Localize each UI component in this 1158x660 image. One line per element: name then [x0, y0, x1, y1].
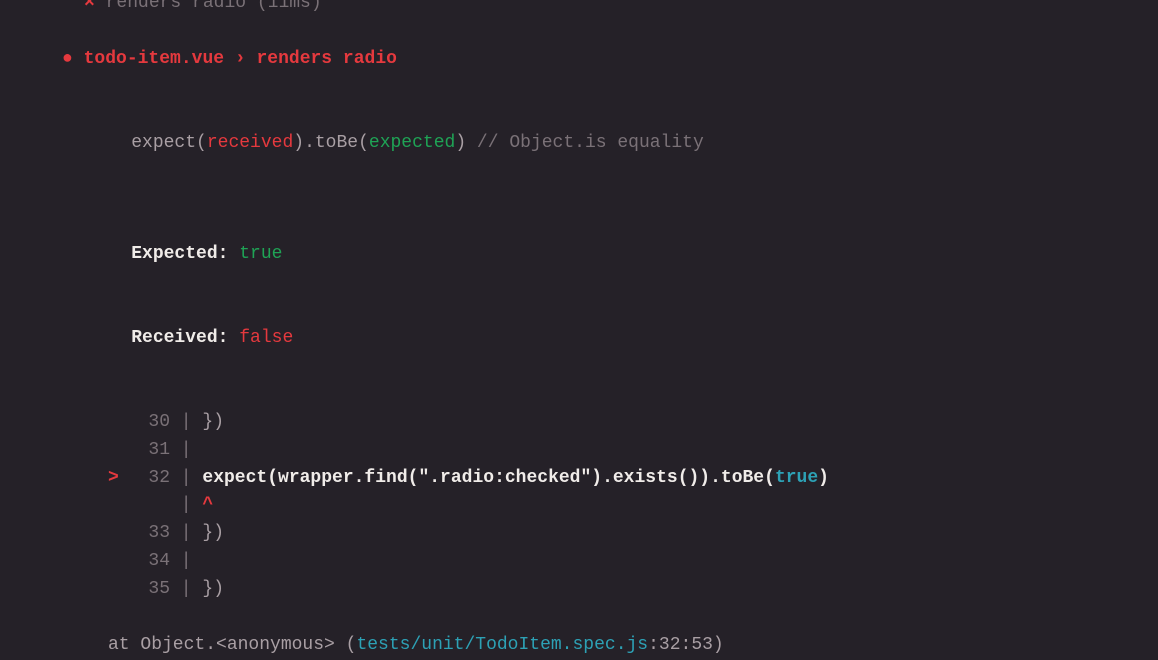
test-name: renders radio: [257, 49, 397, 69]
received-label: received: [207, 133, 293, 153]
stack-trace-line: at Object.<anonymous> (tests/unit/TodoIt…: [0, 632, 1158, 660]
test-file: todo-item.vue: [84, 49, 224, 69]
previous-fail-line: × renders radio (11ms): [0, 0, 1158, 18]
code-line-32: >32 | expect(wrapper.find(".radio:checke…: [0, 465, 1158, 493]
separator: ›: [235, 49, 246, 69]
assertion-line: expect(received).toBe(expected) // Objec…: [0, 102, 1158, 186]
error-marker: >: [108, 465, 128, 493]
test-header: ● todo-item.vue › renders radio: [0, 46, 1158, 74]
expected-value: true: [239, 244, 282, 264]
fail-marker: ×: [84, 0, 95, 13]
code-line-35: 35 | }): [0, 576, 1158, 604]
received-line: Received: false: [0, 297, 1158, 381]
received-value: false: [239, 328, 293, 348]
code-line-30: 30 | }): [0, 409, 1158, 437]
expected-line: Expected: true: [0, 213, 1158, 297]
bullet-icon: ●: [62, 49, 73, 69]
caret-indicator: ^: [202, 495, 213, 515]
previous-fail-text: renders radio (11ms): [106, 0, 322, 13]
code-line-33: 33 | }): [0, 520, 1158, 548]
stack-location: :32:53): [648, 635, 724, 655]
test-output: × renders radio (11ms) ● todo-item.vue ›…: [0, 0, 1158, 660]
code-caret-line: | ^: [0, 492, 1158, 520]
expected-label: expected: [369, 133, 455, 153]
stack-file-path: tests/unit/TodoItem.spec.js: [356, 635, 648, 655]
code-line-31: 31 |: [0, 437, 1158, 465]
code-line-34: 34 |: [0, 548, 1158, 576]
comment: // Object.is equality: [466, 133, 704, 153]
